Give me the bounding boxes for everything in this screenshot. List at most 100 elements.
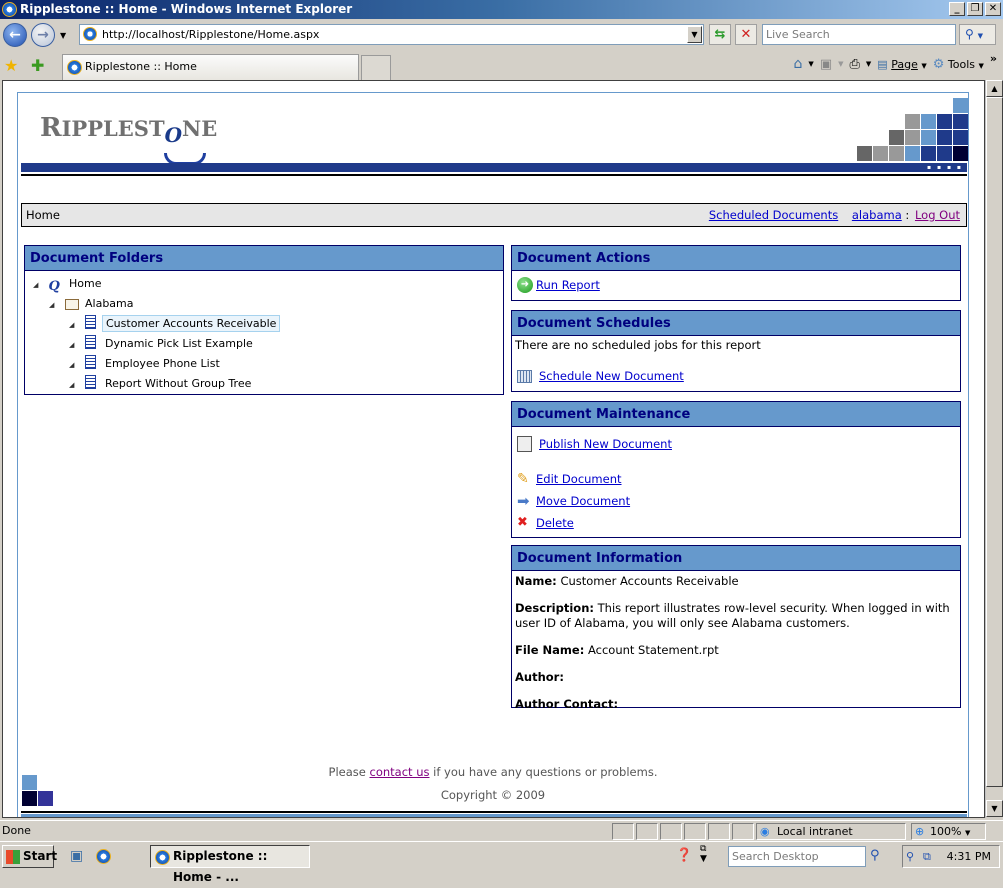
document-information-panel: Document Information Name: Customer Acco… xyxy=(511,545,961,711)
schedule-new-document-link[interactable]: Schedule New Document xyxy=(539,365,684,387)
delete-x-icon: ✖ xyxy=(517,515,528,530)
logout-link[interactable]: Log Out xyxy=(915,208,960,222)
home-dropdown[interactable]: ▼ xyxy=(808,60,813,68)
address-input[interactable]: http://localhost/Ripplestone/Home.aspx xyxy=(102,28,319,41)
search-tray-icon[interactable]: ⚲ xyxy=(906,846,914,867)
tree-node-folder[interactable]: ◢ Alabama xyxy=(33,294,503,314)
expand-toggle[interactable]: ◢ xyxy=(69,335,81,355)
gear-icon: ⚙ xyxy=(932,56,945,72)
page-viewport: RIPPLESTONE ▪ ▪ ▪ ▪ Home Scheduled Docum… xyxy=(2,80,985,818)
folder-open-icon xyxy=(64,298,79,310)
taskbar-item-ie[interactable]: Ripplestone :: Home - ... xyxy=(150,845,310,884)
ripplestone-home-icon: Q xyxy=(48,279,60,294)
scroll-down-button[interactable]: ▼ xyxy=(986,800,1003,817)
live-search-input[interactable]: Live Search xyxy=(762,24,956,45)
scroll-thumb[interactable] xyxy=(986,97,1003,787)
desktop-search-input[interactable]: Search Desktop xyxy=(728,846,866,867)
feeds-icon[interactable]: ▣ xyxy=(820,57,832,72)
report-document-icon xyxy=(84,315,96,329)
security-zone[interactable]: ◉ Local intranet xyxy=(756,823,906,840)
tree-node-document[interactable]: ◢ Report Without Group Tree xyxy=(33,374,503,394)
tools-menu[interactable]: ⚙ Tools ▼ xyxy=(933,57,984,72)
tree-node-home[interactable]: ◢ Q Home xyxy=(33,274,503,294)
run-report-link[interactable]: Run Report xyxy=(536,274,600,296)
navigation-bar: Home Scheduled Documents alabama : Log O… xyxy=(21,203,967,227)
stop-button[interactable]: ✕ xyxy=(735,24,757,45)
search-icon: ⚲ xyxy=(965,27,974,41)
tree-node-document[interactable]: ◢ Customer Accounts Receivable xyxy=(33,314,503,334)
feeds-dropdown[interactable]: ▼ xyxy=(838,60,843,68)
document-label[interactable]: Report Without Group Tree xyxy=(102,376,254,391)
print-icon[interactable]: ⎙ xyxy=(850,57,860,72)
restore-button[interactable]: ❐ xyxy=(967,2,983,16)
address-bar[interactable]: http://localhost/Ripplestone/Home.aspx ▼ xyxy=(79,24,704,45)
desktop-toolbar-toggle[interactable]: ⧉ ▼ xyxy=(700,844,707,864)
help-icon[interactable]: ❓ xyxy=(676,848,692,863)
vertical-scrollbar[interactable]: ▲ ▼ xyxy=(985,80,1003,818)
footer-band xyxy=(21,814,967,817)
copyright: Copyright © 2009 xyxy=(440,788,546,802)
expand-toggle[interactable]: ◢ xyxy=(33,275,45,295)
header-band: ▪ ▪ ▪ ▪ xyxy=(21,163,967,172)
system-tray: ⚲ ⧉ 4:31 PM xyxy=(902,845,1000,868)
zoom-icon: ⊕ xyxy=(915,825,925,838)
folder-tree: ◢ Q Home ◢ Alabama ◢ Customer Accounts R… xyxy=(25,271,503,394)
publish-new-document-link[interactable]: Publish New Document xyxy=(539,433,672,455)
window-title: Ripplestone :: Home - Windows Internet E… xyxy=(20,2,353,16)
scheduled-documents-link[interactable]: Scheduled Documents xyxy=(709,208,838,222)
browser-tab[interactable]: Ripplestone :: Home xyxy=(62,54,359,80)
info-name-row: Name: Customer Accounts Receivable xyxy=(515,574,739,588)
contact-us-link[interactable]: contact us xyxy=(370,765,430,779)
report-document-icon xyxy=(84,335,96,349)
ie-quicklaunch-icon[interactable] xyxy=(96,849,111,864)
scroll-up-button[interactable]: ▲ xyxy=(986,80,1003,97)
toolbar-overflow-button[interactable]: » xyxy=(990,52,997,65)
pencil-icon: ✎ xyxy=(517,471,529,487)
expand-toggle[interactable]: ◢ xyxy=(69,355,81,375)
document-schedules-title: Document Schedules xyxy=(512,311,960,336)
document-maintenance-panel: Document Maintenance Publish New Documen… xyxy=(511,401,961,538)
tree-node-document[interactable]: ◢ Dynamic Pick List Example xyxy=(33,334,503,354)
ripplestone-logo[interactable]: RIPPLESTONE xyxy=(40,113,217,165)
refresh-button[interactable]: ⇆ xyxy=(709,24,731,45)
document-label[interactable]: Customer Accounts Receivable xyxy=(102,315,281,332)
start-button[interactable]: Start xyxy=(2,845,57,868)
desktop-search-button[interactable]: ⚲ xyxy=(870,848,880,863)
print-dropdown[interactable]: ▼ xyxy=(866,60,871,68)
move-document-link[interactable]: Move Document xyxy=(536,490,630,512)
tree-node-document[interactable]: ◢ Employee Phone List xyxy=(33,354,503,374)
minimize-button[interactable]: _ xyxy=(949,2,965,16)
page-menu[interactable]: ▤ Page ▼ xyxy=(877,58,926,71)
page-icon: ▤ xyxy=(877,57,888,71)
show-desktop-icon[interactable]: ▣ xyxy=(70,848,83,864)
back-button[interactable]: ← xyxy=(3,23,27,47)
expand-toggle[interactable]: ◢ xyxy=(49,295,61,315)
expand-toggle[interactable]: ◢ xyxy=(69,315,81,335)
search-button[interactable]: ⚲ ▼ xyxy=(959,24,996,45)
expand-toggle[interactable]: ◢ xyxy=(69,375,81,395)
search-options-dropdown[interactable]: ▼ xyxy=(978,32,983,40)
document-label[interactable]: Employee Phone List xyxy=(102,356,223,371)
home-icon[interactable]: ⌂ xyxy=(794,56,803,72)
no-schedules-text: There are no scheduled jobs for this rep… xyxy=(515,338,761,352)
address-dropdown[interactable]: ▼ xyxy=(687,26,702,43)
username-link[interactable]: alabama xyxy=(852,208,902,222)
forward-button[interactable]: → xyxy=(31,23,55,47)
document-label[interactable]: Dynamic Pick List Example xyxy=(102,336,256,351)
zoom-control[interactable]: ⊕ 100% ▼ xyxy=(911,823,986,840)
report-document-icon xyxy=(84,375,96,389)
close-window-button[interactable]: ✕ xyxy=(985,2,1001,16)
network-tray-icon[interactable]: ⧉ xyxy=(923,846,931,867)
edit-document-link[interactable]: Edit Document xyxy=(536,468,622,490)
add-favorites-icon[interactable]: ✚ xyxy=(31,56,44,75)
page-icon xyxy=(83,27,97,41)
favorites-star-icon[interactable]: ★ xyxy=(4,56,18,75)
address-toolbar: ← → ▼ http://localhost/Ripplestone/Home.… xyxy=(0,20,1003,50)
move-arrow-icon: ➡ xyxy=(517,492,530,510)
recent-pages-dropdown[interactable]: ▼ xyxy=(60,31,66,40)
delete-link[interactable]: Delete xyxy=(536,512,574,534)
ie-logo-icon xyxy=(2,2,17,17)
clock[interactable]: 4:31 PM xyxy=(947,846,991,867)
new-tab-button[interactable] xyxy=(361,55,391,80)
window-title-bar: Ripplestone :: Home - Windows Internet E… xyxy=(0,0,1003,19)
